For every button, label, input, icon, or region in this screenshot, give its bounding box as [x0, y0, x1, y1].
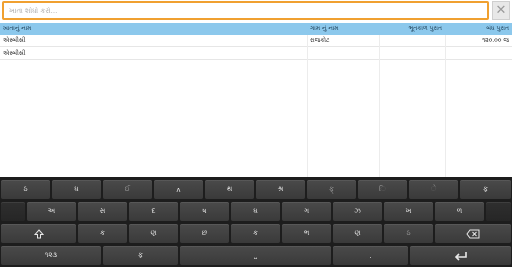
numbers-key[interactable]: ૧૨૩ [1, 246, 101, 265]
closing-balance-cell [445, 48, 512, 60]
symbol-key[interactable]: ફ [103, 246, 178, 265]
account-name-cell: એસ્બીસી [3, 50, 26, 57]
column-divider [307, 35, 308, 177]
backspace-key[interactable] [435, 224, 511, 243]
enter-icon [454, 251, 467, 261]
header-account-name[interactable]: ખાતાનું નામ [0, 23, 307, 35]
key[interactable]: ણ [333, 224, 382, 243]
key[interactable]: ʌ [154, 180, 203, 199]
header-opening-balance[interactable]: ભૂતકાળ પુરાત [379, 23, 445, 35]
key[interactable]: ઝ [333, 202, 382, 221]
enter-key[interactable] [410, 246, 511, 265]
clear-search-button[interactable]: ✕ [492, 1, 510, 20]
app-root: ✕ ખાતાનું નામ ગામ નું નામ ભૂતકાળ પુરાત બ… [0, 0, 512, 267]
key[interactable]: ગ [282, 202, 331, 221]
close-icon: ✕ [495, 3, 507, 18]
key[interactable]: ફ્ [307, 180, 356, 199]
table-row[interactable]: એસ્બીસી [0, 48, 512, 60]
key[interactable]: ે [409, 180, 458, 199]
key[interactable]: છ [180, 224, 229, 243]
village-name-cell: રાજકોટ [310, 37, 330, 44]
key[interactable]: ખ [384, 202, 433, 221]
key[interactable]: દ [129, 202, 178, 221]
space-key[interactable]: ⎵ [180, 246, 331, 265]
key-spacer [1, 202, 25, 221]
key[interactable]: િ [358, 180, 407, 199]
header-closing-balance[interactable]: બંધ પુરાત [445, 23, 512, 35]
shift-key[interactable] [1, 224, 76, 243]
key[interactable]: ળ [435, 202, 484, 221]
key[interactable]: ઠ [384, 224, 433, 243]
key[interactable]: શ્ર [256, 180, 305, 199]
key[interactable]: ઈ [103, 180, 152, 199]
key[interactable]: ઘ [231, 202, 280, 221]
header-village-name[interactable]: ગામ નું નામ [307, 23, 379, 35]
key[interactable]: ભ [282, 224, 331, 243]
search-input[interactable] [2, 1, 489, 20]
opening-balance-cell [379, 48, 445, 60]
accounts-table: ખાતાનું નામ ગામ નું નામ ભૂતકાળ પુરાત બંધ… [0, 23, 512, 177]
key[interactable]: ક [231, 224, 280, 243]
key[interactable]: ષ [180, 202, 229, 221]
account-name-cell: એસ્બીસી [3, 37, 26, 44]
village-name-cell [307, 48, 379, 60]
space-icon: ⎵ [254, 251, 257, 259]
key[interactable]: અ [27, 202, 76, 221]
key[interactable]: ધ [52, 180, 101, 199]
key-spacer [486, 202, 511, 221]
shift-icon [33, 228, 44, 238]
key[interactable]: સ [78, 202, 127, 221]
key[interactable]: થ [205, 180, 254, 199]
column-divider [379, 35, 380, 177]
table-header: ખાતાનું નામ ગામ નું નામ ભૂતકાળ પુરાત બંધ… [0, 23, 512, 35]
closing-balance-cell: ૧૨૦.૦૦ જ [482, 37, 509, 44]
search-bar: ✕ [0, 0, 512, 22]
key[interactable]: ક [78, 224, 127, 243]
key[interactable]: ણ [129, 224, 178, 243]
key[interactable]: ઠ [1, 180, 50, 199]
opening-balance-cell [379, 35, 445, 47]
column-divider [445, 35, 446, 177]
key[interactable]: ફ [460, 180, 511, 199]
backspace-icon [466, 229, 480, 238]
on-screen-keyboard: ઠ ધ ઈ ʌ થ શ્ર ફ્ િ ે ફ અ સ દ ષ ઘ ગ ઝ ખ ળ… [0, 177, 512, 267]
table-row[interactable]: એસ્બીસી રાજકોટ ૧૨૦.૦૦ જ [0, 35, 512, 47]
period-key[interactable]: . [333, 246, 408, 265]
